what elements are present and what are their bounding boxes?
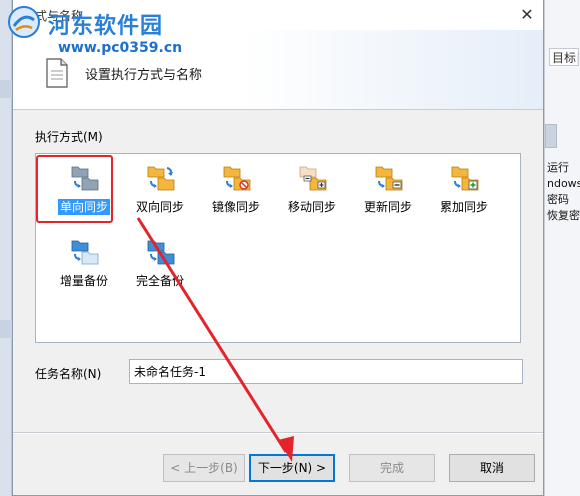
document-icon bbox=[46, 58, 68, 88]
close-button[interactable]: ✕ bbox=[517, 6, 537, 24]
mode-label: 移动同步 bbox=[287, 200, 336, 214]
task-name-input[interactable] bbox=[129, 359, 523, 384]
background-left-item bbox=[0, 320, 12, 338]
two-way-sync-icon bbox=[147, 166, 175, 191]
mode-incremental-backup[interactable]: 增量备份 bbox=[46, 232, 122, 296]
background-scroll-thumb[interactable] bbox=[545, 124, 557, 148]
mode-label: 增量备份 bbox=[59, 274, 108, 288]
background-text-list: 运行 ndows. 密码 恢复密 bbox=[547, 160, 580, 224]
update-sync-icon bbox=[375, 166, 403, 191]
mode-update-sync[interactable]: 更新同步 bbox=[350, 158, 426, 222]
mirror-sync-icon bbox=[223, 166, 251, 191]
mode-label: 镜像同步 bbox=[211, 200, 260, 214]
mode-label: 单向同步 bbox=[57, 199, 110, 215]
mode-label: 双向同步 bbox=[135, 200, 184, 214]
prev-button[interactable]: < 上一步(B) bbox=[163, 454, 245, 482]
sync-wizard-dialog: 方式与名称 ✕ 设置执行方式与名称 执行方式(M) 单向同步 双向同步 镜像同步… bbox=[12, 0, 544, 496]
mode-cumulative-sync[interactable]: 累加同步 bbox=[426, 158, 502, 222]
incremental-backup-icon bbox=[71, 240, 99, 265]
mode-one-way-sync[interactable]: 单向同步 bbox=[46, 158, 122, 222]
background-text-line: 运行 bbox=[547, 161, 569, 174]
background-text-line: 恢复密 bbox=[547, 209, 580, 222]
mode-list: 单向同步 双向同步 镜像同步 移动同步 更新同步 累加同步 增量备份 完全备份 bbox=[35, 153, 521, 343]
mode-two-way-sync[interactable]: 双向同步 bbox=[122, 158, 198, 222]
finish-button[interactable]: 完成 bbox=[349, 454, 435, 482]
mode-move-sync[interactable]: 移动同步 bbox=[274, 158, 350, 222]
one-way-sync-icon bbox=[71, 166, 99, 191]
watermark-url: www.pc0359.cn bbox=[58, 40, 183, 56]
task-name-label: 任务名称(N) bbox=[35, 367, 102, 381]
mode-label: 更新同步 bbox=[363, 200, 412, 214]
move-sync-icon bbox=[299, 166, 327, 191]
next-button[interactable]: 下一步(N) > bbox=[249, 454, 335, 482]
mode-full-backup[interactable]: 完全备份 bbox=[122, 232, 198, 296]
background-left-item bbox=[0, 80, 12, 98]
background-text-line: 密码 bbox=[547, 193, 569, 206]
mode-mirror-sync[interactable]: 镜像同步 bbox=[198, 158, 274, 222]
mode-label: 完全备份 bbox=[135, 274, 184, 288]
background-text-line: ndows. bbox=[547, 177, 580, 190]
header-gradient bbox=[243, 30, 543, 109]
cumulative-sync-icon bbox=[451, 166, 479, 191]
mode-label: 累加同步 bbox=[439, 200, 488, 214]
site-watermark: 河东软件园 www.pc0359.cn bbox=[0, 0, 240, 62]
watermark-brand: 河东软件园 bbox=[48, 13, 164, 39]
cancel-button[interactable]: 取消 bbox=[449, 454, 535, 482]
watermark-logo-icon bbox=[8, 6, 40, 38]
background-right-panel: 目标目 运行 ndows. 密码 恢复密 bbox=[544, 0, 580, 496]
background-left-edge bbox=[0, 0, 12, 496]
full-backup-icon bbox=[147, 240, 175, 265]
footer-separator bbox=[13, 432, 543, 434]
header-title: 设置执行方式与名称 bbox=[85, 68, 203, 83]
background-tab[interactable]: 目标目 bbox=[549, 48, 579, 66]
mode-section-label: 执行方式(M) bbox=[35, 130, 103, 144]
